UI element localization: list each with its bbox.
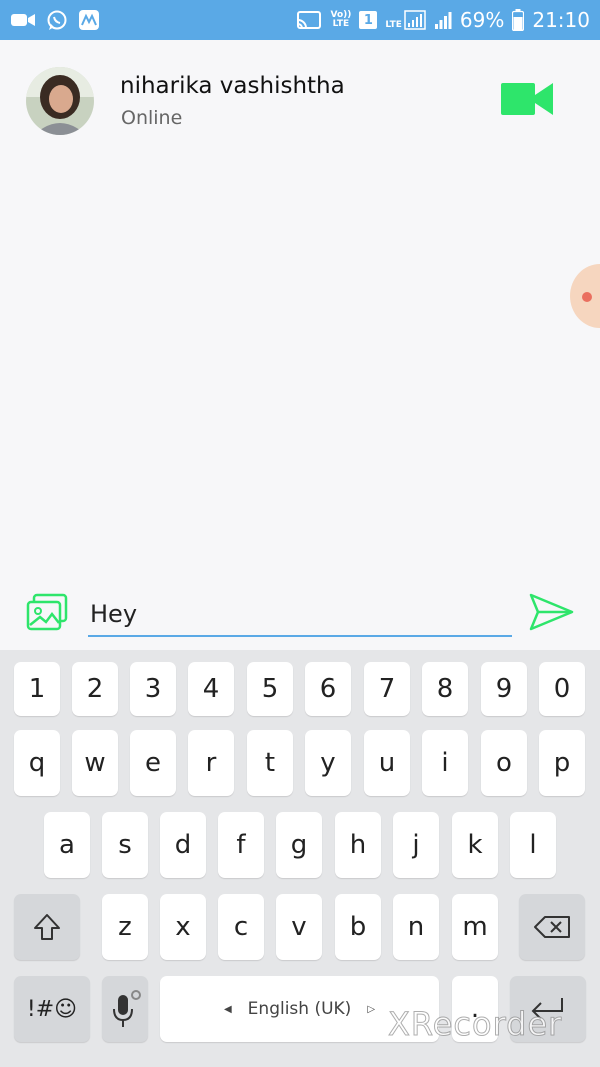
contact-status: Online xyxy=(121,107,183,129)
status-bar: Vo)) LTE 1 LTE 69% 21:10 xyxy=(0,0,600,40)
app-notification-icon xyxy=(79,10,99,30)
key-w[interactable]: w xyxy=(72,730,118,796)
signal-icon xyxy=(404,10,426,30)
key-u[interactable]: u xyxy=(364,730,410,796)
key-f[interactable]: f xyxy=(218,812,264,878)
key-m[interactable]: m xyxy=(452,894,498,960)
key-2[interactable]: 2 xyxy=(72,662,118,716)
video-recorder-icon xyxy=(11,14,35,26)
voice-input-key[interactable] xyxy=(102,976,148,1042)
key-p[interactable]: p xyxy=(539,730,585,796)
key-6[interactable]: 6 xyxy=(305,662,351,716)
key-l[interactable]: l xyxy=(510,812,556,878)
space-language-label: English (UK) xyxy=(247,999,352,1019)
enter-icon xyxy=(531,998,563,1020)
key-1[interactable]: 1 xyxy=(14,662,60,716)
key-x[interactable]: x xyxy=(160,894,206,960)
key-3[interactable]: 3 xyxy=(130,662,176,716)
soft-keyboard: 1 2 3 4 5 6 7 8 9 0 q w e r t y u i o p … xyxy=(0,650,600,1067)
record-dot xyxy=(582,292,592,302)
avatar[interactable] xyxy=(26,67,94,135)
key-t[interactable]: t xyxy=(247,730,293,796)
shift-icon xyxy=(34,914,60,940)
key-e[interactable]: e xyxy=(130,730,176,796)
key-g[interactable]: g xyxy=(276,812,322,878)
key-h[interactable]: h xyxy=(335,812,381,878)
floating-recorder-bubble[interactable] xyxy=(570,264,600,328)
key-d[interactable]: d xyxy=(160,812,206,878)
volte-indicator: Vo)) LTE xyxy=(330,11,351,29)
language-right-arrow-icon: ▷ xyxy=(367,1003,376,1015)
period-key[interactable]: . xyxy=(452,976,498,1042)
key-8[interactable]: 8 xyxy=(422,662,468,716)
key-4[interactable]: 4 xyxy=(188,662,234,716)
lte-indicator: LTE xyxy=(385,10,426,30)
key-5[interactable]: 5 xyxy=(247,662,293,716)
space-key[interactable]: ◀ English (UK) ▷ xyxy=(160,976,439,1042)
message-input[interactable] xyxy=(88,593,512,637)
key-a[interactable]: a xyxy=(44,812,90,878)
key-r[interactable]: r xyxy=(188,730,234,796)
sim-slot-badge: 1 xyxy=(359,11,378,29)
battery-icon xyxy=(512,9,525,31)
gallery-icon[interactable] xyxy=(26,592,68,632)
whatsapp-icon xyxy=(47,10,67,30)
key-j[interactable]: j xyxy=(393,812,439,878)
contact-name: niharika vashishtha xyxy=(120,73,345,99)
status-bar-system: Vo)) LTE 1 LTE 69% 21:10 xyxy=(296,8,590,32)
enter-key[interactable] xyxy=(510,976,586,1042)
key-7[interactable]: 7 xyxy=(364,662,410,716)
message-composer xyxy=(0,580,600,650)
signal-bars-icon xyxy=(434,12,452,29)
send-icon[interactable] xyxy=(528,592,574,632)
status-bar-notifications xyxy=(10,9,100,31)
key-0[interactable]: 0 xyxy=(539,662,585,716)
key-n[interactable]: n xyxy=(393,894,439,960)
language-left-arrow-icon: ◀ xyxy=(223,1003,232,1015)
key-o[interactable]: o xyxy=(481,730,527,796)
key-i[interactable]: i xyxy=(422,730,468,796)
key-k[interactable]: k xyxy=(452,812,498,878)
clock: 21:10 xyxy=(532,8,590,32)
key-v[interactable]: v xyxy=(276,894,322,960)
symbols-key[interactable]: !#☺ xyxy=(14,976,90,1042)
key-c[interactable]: c xyxy=(218,894,264,960)
battery-percent: 69% xyxy=(459,8,505,32)
key-q[interactable]: q xyxy=(14,730,60,796)
key-z[interactable]: z xyxy=(102,894,148,960)
video-camera-icon[interactable] xyxy=(501,81,553,117)
chat-header: niharika vashishtha Online xyxy=(0,40,600,150)
shift-key[interactable] xyxy=(14,894,80,960)
volte-bottom: LTE xyxy=(332,19,350,29)
microphone-icon xyxy=(113,990,141,1027)
backspace-key[interactable] xyxy=(519,894,585,960)
key-y[interactable]: y xyxy=(305,730,351,796)
cast-icon xyxy=(297,11,322,29)
lte-label: LTE xyxy=(385,20,402,30)
key-s[interactable]: s xyxy=(102,812,148,878)
backspace-icon xyxy=(534,916,570,938)
key-9[interactable]: 9 xyxy=(481,662,527,716)
key-b[interactable]: b xyxy=(335,894,381,960)
